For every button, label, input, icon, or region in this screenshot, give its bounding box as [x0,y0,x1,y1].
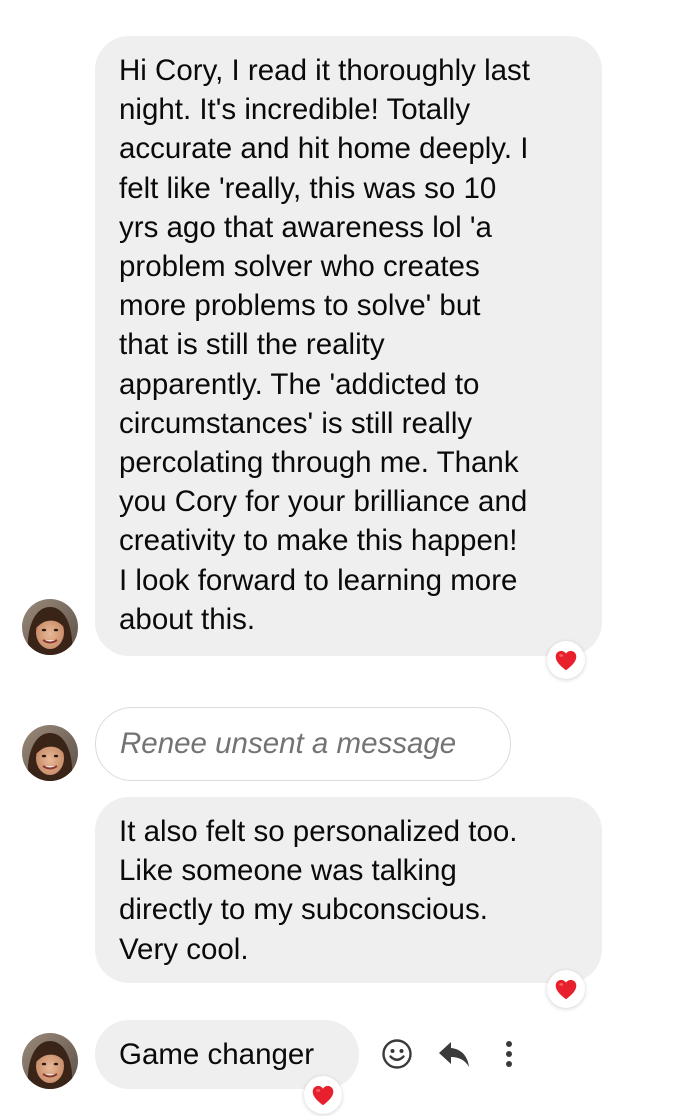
message-text-line: percolating through me. Thank [119,446,519,480]
message-text-line: yrs ago that awareness lol 'a [119,210,492,244]
reply-icon [439,1042,469,1067]
heart-icon [553,647,579,673]
avatar[interactable] [22,599,78,655]
message-text-line: creativity to make this happen! [119,524,518,558]
message-text-line: Hi Cory, I read it thoroughly last [119,54,530,87]
message-text-line: night. It's incredible! Totally [119,93,471,127]
message-text-line: Game changer [119,1038,315,1071]
heart-reaction[interactable] [547,970,585,1008]
more-vertical-icon [506,1041,512,1067]
unsent-message-notice: Renee unsent a message [95,707,511,781]
avatar[interactable] [22,725,78,781]
heart-reaction[interactable] [304,1076,342,1114]
message-bubble[interactable]: Hi Cory, I read it thoroughly last night… [95,36,602,656]
avatar-image [22,725,78,781]
message-text-line: felt like 'really, this was so 10 [119,171,497,205]
more-options-button[interactable] [491,1036,527,1072]
message-text-line: Like someone was talking [119,854,457,888]
reply-button[interactable] [436,1036,472,1072]
message-text-line: about this. [119,602,256,636]
message-text-line: circumstances' is still really [119,406,473,440]
message-text-line: apparently. The 'addicted to [119,367,480,401]
smiley-icon [382,1039,412,1069]
message-bubble[interactable]: It also felt so personalized too. Like s… [95,797,602,983]
avatar-image [22,599,78,655]
message-text-line: that is still the reality [119,328,385,362]
message-text-line: you Cory for your brilliance and [119,485,528,519]
message-text-line: Very cool. [119,932,249,966]
message-text-line: It also felt so personalized too. [119,815,518,848]
avatar[interactable] [22,1033,78,1089]
heart-reaction[interactable] [547,641,585,679]
avatar-image [22,1033,78,1089]
heart-icon [553,976,579,1002]
message-text-line: problem solver who creates [119,250,480,284]
message-text-line: I look forward to learning more [119,563,518,597]
heart-icon [310,1082,336,1108]
react-button[interactable] [379,1036,415,1072]
message-text-line: accurate and hit home deeply. I [119,132,529,166]
message-text-line: directly to my subconscious. [119,893,488,927]
message-text-line: more problems to solve' but [119,289,481,323]
